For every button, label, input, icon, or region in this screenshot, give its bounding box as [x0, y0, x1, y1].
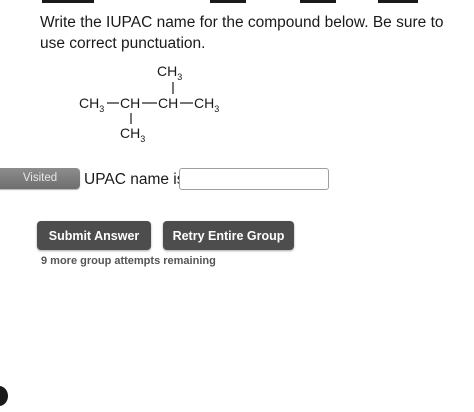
- question-line-2: use correct punctuation.: [40, 35, 206, 52]
- retry-entire-group-button[interactable]: Retry Entire Group: [163, 221, 294, 250]
- bottom-methyl-label: CH3: [120, 125, 145, 144]
- side-tab-handle[interactable]: [0, 386, 8, 406]
- attempts-remaining-text: 9 more group attempts remaining: [41, 255, 216, 267]
- chain-c3-label: CH: [158, 95, 178, 111]
- question-text: Write the IUPAC name for the compound be…: [40, 12, 460, 54]
- visited-tag: Visited: [0, 168, 80, 189]
- structural-formula: CH3 CH3 CH CH CH3 CH3: [75, 60, 255, 150]
- chain-c4-label: CH3: [194, 95, 219, 114]
- top-methyl-label: CH3: [157, 63, 182, 82]
- chain-c2-label: CH: [120, 95, 140, 111]
- answer-label: UPAC name is: [84, 171, 185, 188]
- top-progress-bar: [0, 0, 474, 6]
- chain-c1-label: CH3: [79, 95, 104, 114]
- iupac-name-input[interactable]: [179, 168, 329, 190]
- question-line-1: Write the IUPAC name for the compound be…: [40, 14, 444, 31]
- left-edge: [0, 0, 3, 412]
- submit-answer-button[interactable]: Submit Answer: [37, 221, 151, 250]
